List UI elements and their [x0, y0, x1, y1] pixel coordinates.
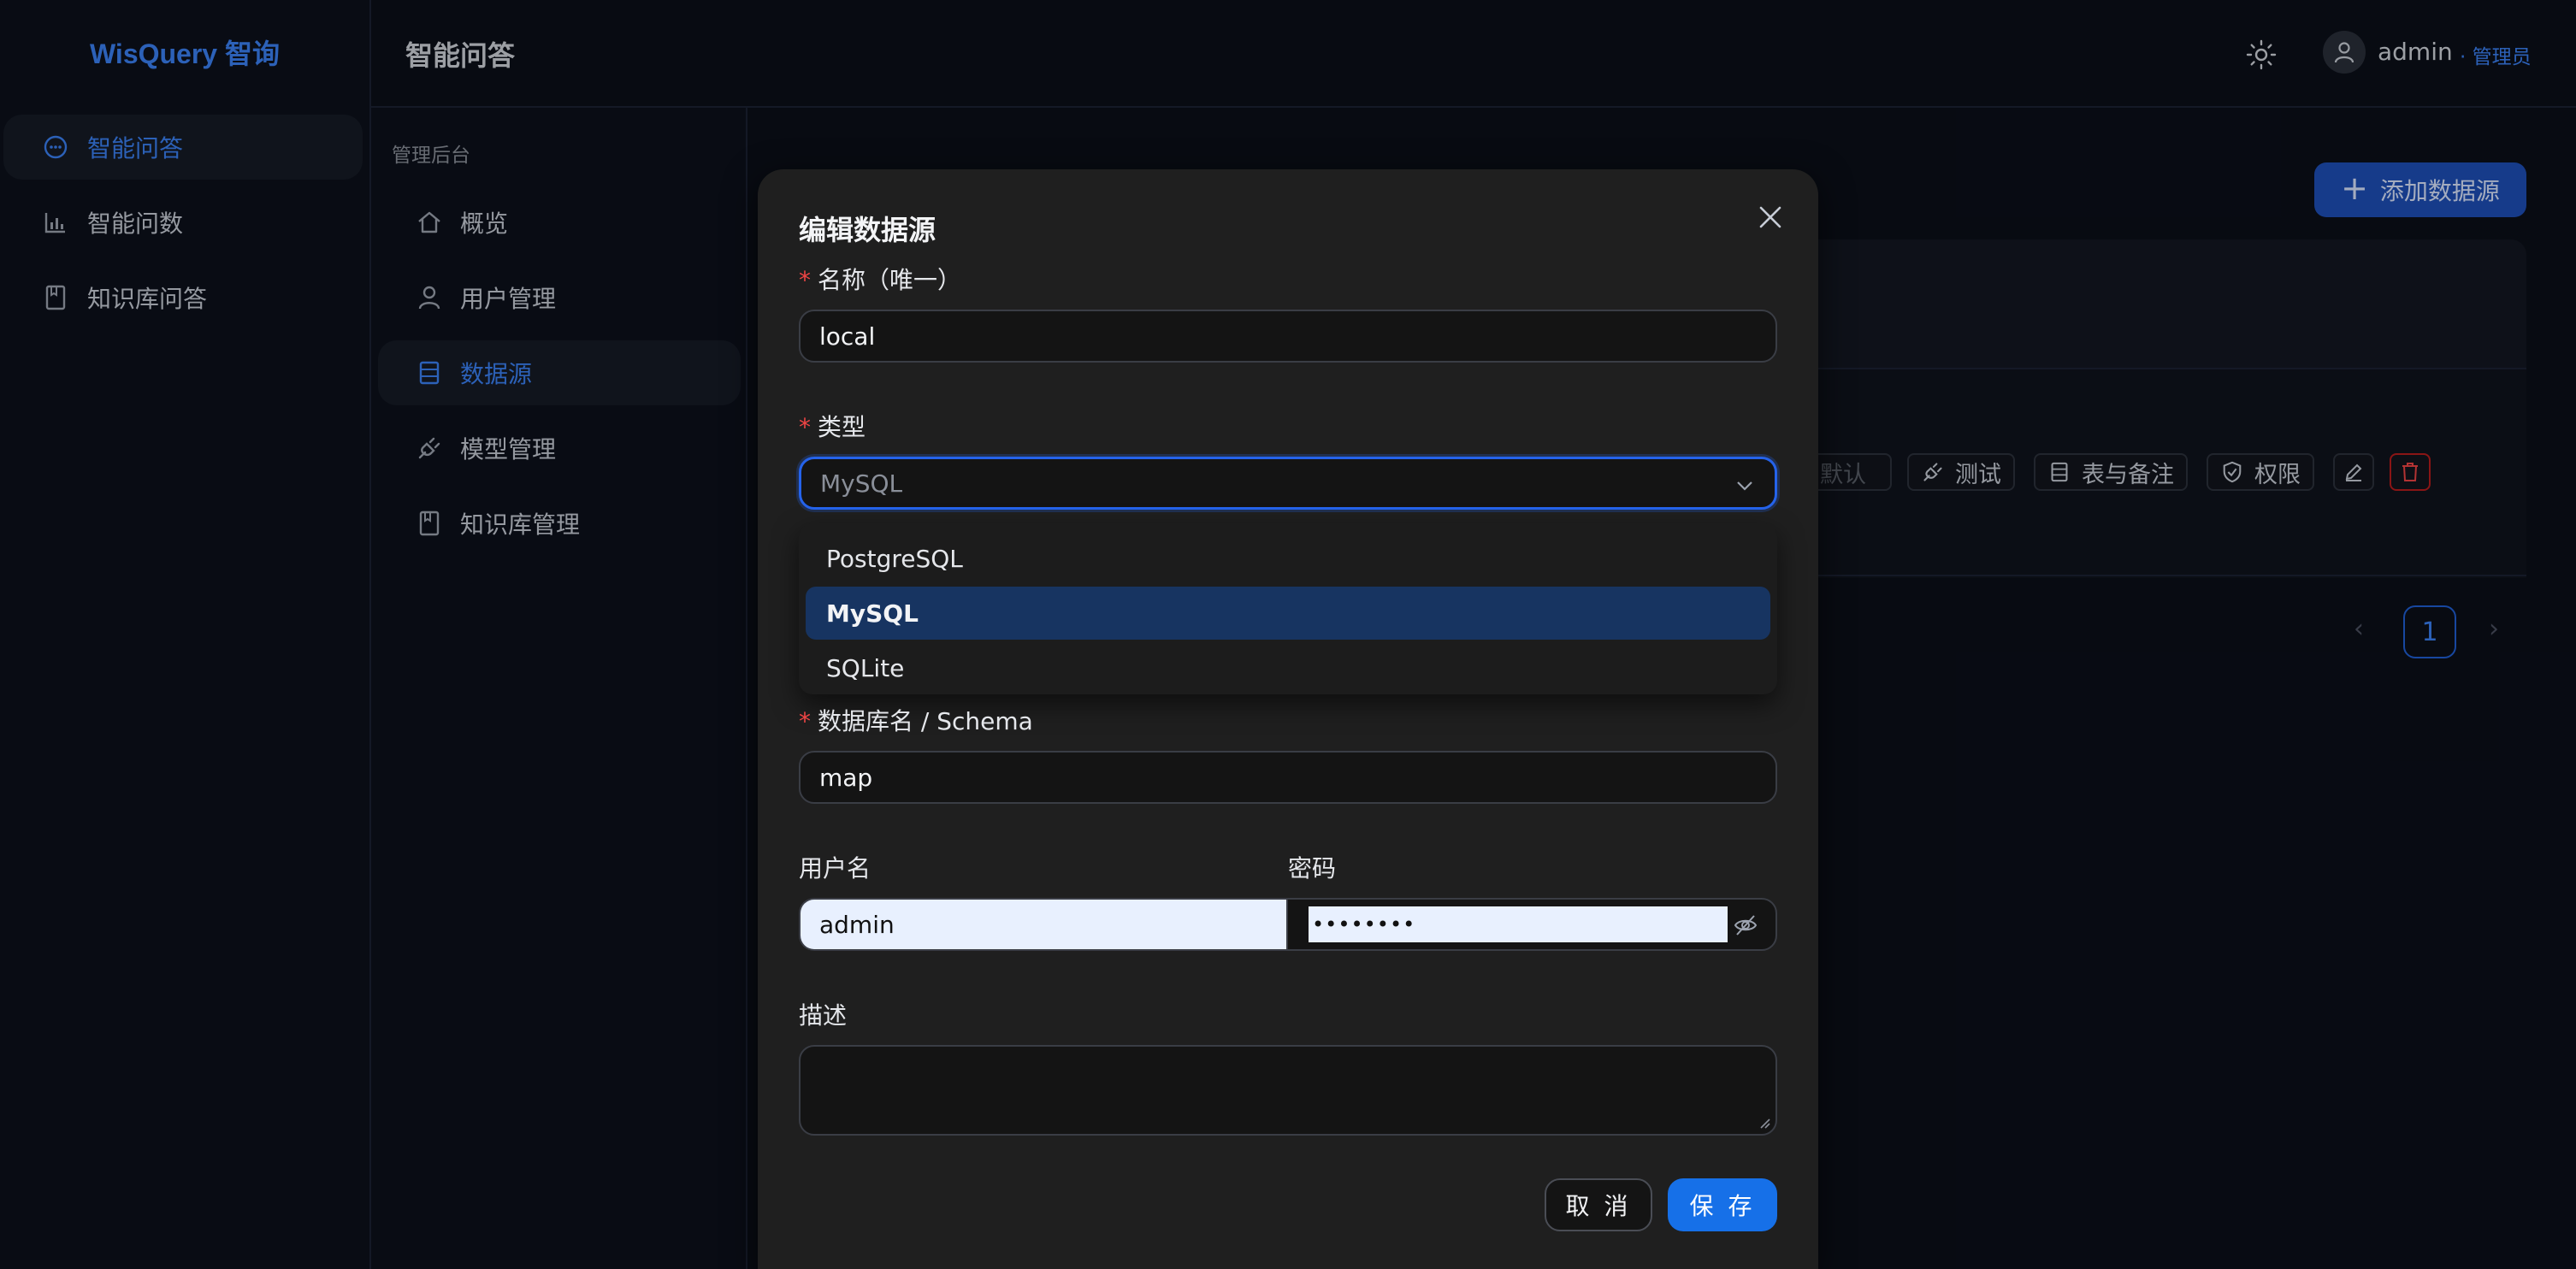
type-option-sqlite[interactable]: SQLite	[806, 641, 1770, 694]
type-option-mysql[interactable]: MySQL	[806, 587, 1770, 640]
type-dropdown: PostgreSQL MySQL SQLite	[799, 523, 1777, 694]
name-label: * 名称（唯一）	[799, 266, 962, 294]
resize-handle-icon[interactable]	[1758, 1117, 1770, 1129]
password-label: 密码	[1288, 854, 1337, 882]
type-label: * 类型	[799, 413, 866, 441]
password-field[interactable]: ••••••••	[1286, 898, 1777, 951]
type-select[interactable]: MySQL	[799, 457, 1777, 510]
modal-title: 编辑数据源	[799, 214, 936, 246]
save-button[interactable]: 保 存	[1668, 1178, 1777, 1231]
password-input[interactable]: ••••••••	[1309, 906, 1728, 942]
username-input[interactable]: admin	[799, 898, 1286, 951]
eye-off-icon[interactable]	[1733, 913, 1758, 937]
cancel-button[interactable]: 取 消	[1545, 1178, 1652, 1231]
description-textarea[interactable]	[799, 1045, 1777, 1136]
chevron-down-icon	[1737, 481, 1752, 491]
database-input[interactable]: map	[799, 751, 1777, 804]
type-option-postgresql[interactable]: PostgreSQL	[806, 532, 1770, 585]
description-label: 描述	[799, 1001, 848, 1030]
close-icon[interactable]	[1755, 202, 1786, 233]
username-label: 用户名	[799, 854, 871, 882]
database-label: * 数据库名 / Schema	[799, 707, 1033, 735]
name-input[interactable]: local	[799, 310, 1777, 363]
